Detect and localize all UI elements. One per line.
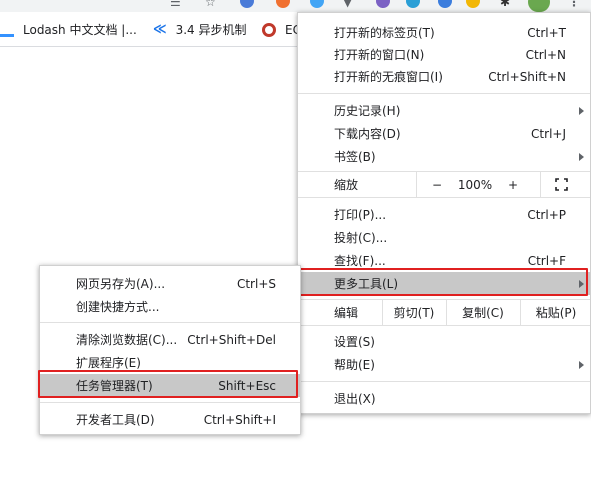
menu-item-exit[interactable]: 退出(X) (298, 387, 590, 410)
menu-separator (40, 322, 300, 323)
edit-label: 编辑 (334, 306, 359, 320)
menu-item-history[interactable]: 历史记录(H) (298, 99, 590, 122)
submenu-arrow-icon (579, 360, 584, 369)
browser-toolbar: ☰ ☆ ▼ ✱ ⋮ (0, 0, 591, 12)
lodash-icon (0, 34, 14, 37)
more-vert-icon[interactable]: ⋮ (568, 0, 580, 9)
submenu-arrow-icon (579, 152, 584, 161)
menu-item-create-shortcut[interactable]: 创建快捷方式... (40, 295, 300, 318)
chevron-logo-icon: ≪ (153, 22, 167, 37)
menu-item-print[interactable]: 打印(P)... Ctrl+P (298, 203, 590, 226)
menu-separator (40, 402, 300, 403)
menu-separator (298, 381, 590, 382)
menu-item-dev-tools[interactable]: 开发者工具(D) Ctrl+Shift+I (40, 408, 300, 431)
extension-icon[interactable]: ▼ (343, 0, 352, 9)
menu-item-cast[interactable]: 投射(C)... (298, 226, 590, 249)
menu-item-settings[interactable]: 设置(S) (298, 330, 590, 353)
menu-item-new-window[interactable]: 打开新的窗口(N) Ctrl+N (298, 43, 590, 66)
menu-item-new-tab[interactable]: 打开新的标签页(T) Ctrl+T (298, 21, 590, 44)
bookmark-label: 3.4 异步机制 (175, 23, 247, 37)
extension-icon[interactable] (376, 0, 390, 8)
extension-icon[interactable] (406, 0, 420, 8)
zoom-row: 缩放 − 100% + (298, 172, 590, 197)
ec-logo-icon (262, 22, 276, 37)
fullscreen-icon[interactable] (548, 172, 574, 197)
menu-item-bookmarks[interactable]: 书签(B) (298, 145, 590, 168)
menu-icon[interactable]: ☰ (170, 0, 181, 9)
extension-icon[interactable] (466, 0, 480, 8)
zoom-in-button[interactable]: + (502, 172, 524, 197)
menu-separator (298, 93, 590, 94)
zoom-divider (416, 172, 417, 197)
cut-button[interactable]: 剪切(T) (383, 300, 445, 325)
bookmark-item[interactable]: ≪ 3.4 异步机制 (153, 12, 247, 47)
extension-icon[interactable] (310, 0, 324, 8)
extension-icon[interactable] (240, 0, 254, 8)
menu-separator (298, 325, 590, 326)
copy-button[interactable]: 复制(C) (447, 300, 519, 325)
chrome-main-menu: 打开新的标签页(T) Ctrl+T 打开新的窗口(N) Ctrl+N 打开新的无… (297, 12, 591, 414)
menu-item-help[interactable]: 帮助(E) (298, 353, 590, 376)
zoom-out-button[interactable]: − (426, 172, 448, 197)
zoom-label: 缩放 (334, 178, 359, 192)
highlight-more-tools (299, 268, 588, 296)
menu-item-clear-data[interactable]: 清除浏览数据(C)... Ctrl+Shift+Del (40, 328, 300, 351)
star-icon[interactable]: ☆ (205, 0, 216, 9)
menu-separator (298, 197, 590, 198)
menu-item-new-incognito[interactable]: 打开新的无痕窗口(I) Ctrl+Shift+N (298, 65, 590, 88)
zoom-value: 100% (457, 177, 493, 192)
menu-item-downloads[interactable]: 下载内容(D) Ctrl+J (298, 122, 590, 145)
extension-icon[interactable] (276, 0, 290, 8)
profile-avatar[interactable] (528, 0, 550, 12)
zoom-divider (540, 172, 541, 197)
puzzle-icon[interactable]: ✱ (500, 0, 510, 9)
bookmark-label: Lodash 中文文档 |... (23, 23, 137, 37)
bookmark-item[interactable]: EC (262, 12, 301, 47)
submenu-arrow-icon (579, 106, 584, 115)
more-tools-submenu: 网页另存为(A)... Ctrl+S 创建快捷方式... 清除浏览数据(C)..… (39, 265, 301, 435)
menu-item-save-page[interactable]: 网页另存为(A)... Ctrl+S (40, 272, 300, 295)
extension-icon[interactable] (438, 0, 452, 8)
bookmark-item[interactable]: Lodash 中文文档 |... (0, 12, 137, 47)
highlight-task-manager (38, 370, 298, 398)
paste-button[interactable]: 粘贴(P) (521, 300, 591, 325)
edit-row: 编辑 剪切(T) 复制(C) 粘贴(P) (298, 300, 590, 325)
